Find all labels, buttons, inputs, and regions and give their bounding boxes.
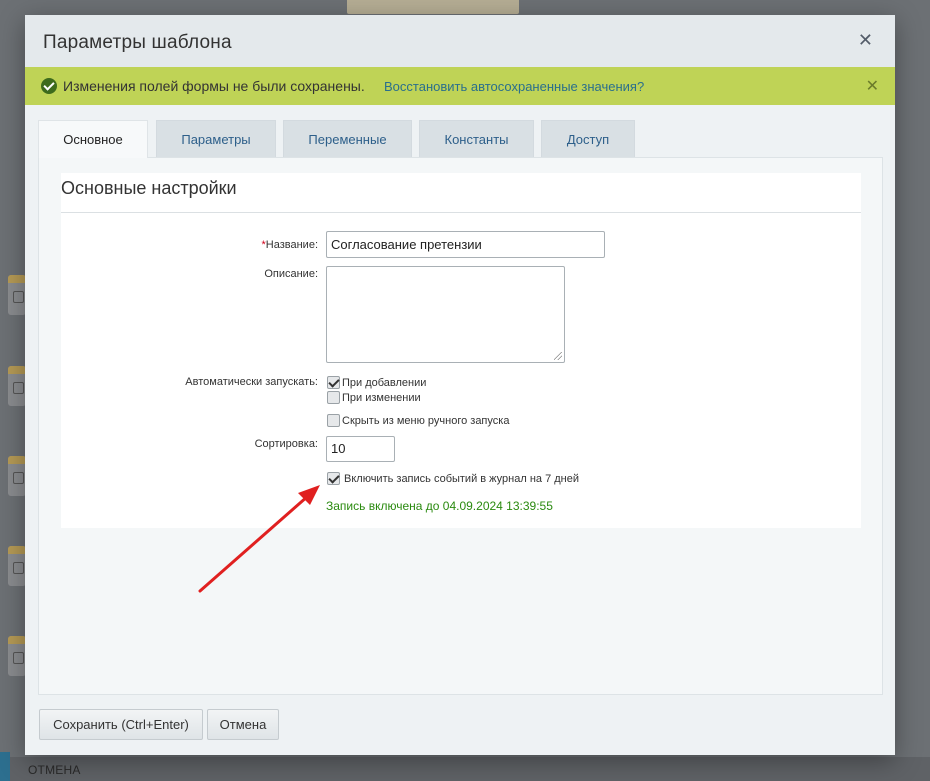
tab-main[interactable]: Основное [38, 120, 148, 158]
annotation-arrow [198, 485, 320, 593]
arrow-shaft [198, 494, 310, 593]
